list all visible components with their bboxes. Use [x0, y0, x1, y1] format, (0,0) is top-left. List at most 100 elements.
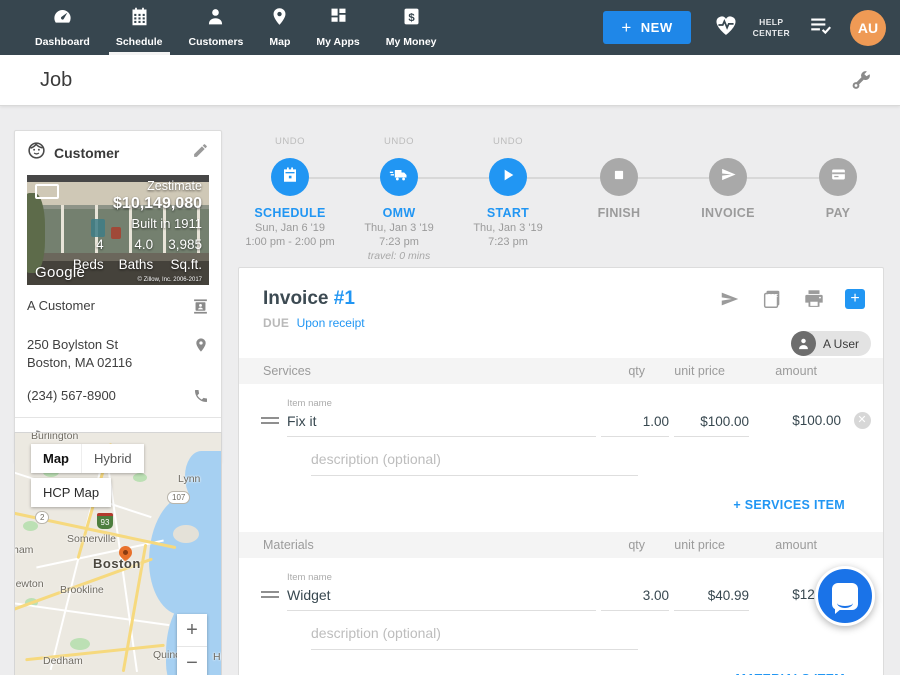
route-107-badge: 107 [167, 491, 190, 504]
property-stats: 4Beds 4.0Baths 3,985Sq.ft. [73, 235, 202, 274]
dashboard-gauge-icon [52, 6, 73, 36]
nav-item-map[interactable]: Map [256, 0, 303, 55]
new-button[interactable]: + NEW [603, 11, 690, 44]
map-label-waltham: ham [14, 544, 33, 556]
heart-pulse-icon [713, 12, 739, 43]
customer-name: A Customer [27, 297, 95, 315]
customer-name-row: A Customer [15, 285, 221, 328]
print-icon[interactable] [803, 288, 825, 310]
chat-launcher-button[interactable] [815, 566, 875, 626]
map-label-boston: Boston [93, 556, 141, 571]
material-name-input[interactable] [287, 587, 596, 611]
zoom-out-button[interactable]: − [177, 646, 207, 675]
playlist-check-icon[interactable] [808, 12, 834, 43]
add-services-item-link[interactable]: + SERVICES ITEM [733, 498, 845, 512]
drag-handle-icon[interactable] [261, 588, 279, 601]
unit-price-column-header: unit price [650, 364, 725, 378]
nav-item-my-apps[interactable]: My Apps [303, 0, 372, 55]
map-zoom-control: + − [177, 614, 207, 675]
material-unit-price-input[interactable] [674, 588, 749, 611]
map-type-control: Map Hybrid [31, 444, 144, 473]
material-description-input[interactable] [311, 625, 638, 650]
start-step-button[interactable] [489, 158, 527, 196]
timeline-step-pay: PAY [783, 136, 893, 220]
customer-address-row: 250 Boylston StBoston, MA 02116 [15, 328, 221, 379]
due-terms-link[interactable]: Upon receipt [297, 316, 365, 330]
user-avatar[interactable]: AU [850, 10, 886, 46]
map-type-hybrid-button[interactable]: Hybrid [81, 444, 144, 473]
invoice-actions: PDF + [719, 288, 865, 310]
interstate-93-shield: 93 [97, 513, 113, 529]
built-year: Built in 1911 [73, 216, 202, 231]
map-type-map-button[interactable]: Map [31, 444, 81, 473]
send-invoice-icon[interactable] [719, 288, 741, 310]
help-center[interactable]: HELPCENTER [713, 12, 790, 43]
page-title: Job [40, 69, 72, 92]
pdf-icon[interactable]: PDF [761, 288, 783, 310]
customer-card-header: Customer [15, 131, 221, 175]
nav-label: Dashboard [35, 36, 90, 48]
job-status-timeline: UNDO SCHEDULE Sun, Jan 6 '19 1:00 pm - 2… [238, 136, 884, 262]
schedule-step-button[interactable] [271, 158, 309, 196]
customer-card: Customer Zestimate $10,149,080 Built in … [14, 130, 222, 463]
zestimate-overlay: Zestimate $10,149,080 Built in 1911 4Bed… [73, 179, 202, 283]
service-name-input[interactable] [287, 413, 596, 437]
zillow-copyright: © Zillow, Inc. 2006-2017 [73, 277, 202, 283]
timeline-step-invoice: INVOICE [673, 136, 783, 220]
nav-label: Customers [189, 36, 244, 48]
nav-right: + NEW HELPCENTER AU [603, 0, 900, 55]
finish-step-button[interactable] [600, 158, 638, 196]
assignee-chip[interactable]: A User [791, 331, 871, 356]
material-line-item: Item name $122.97 ✕ [239, 558, 883, 650]
location-pin-icon[interactable] [193, 336, 209, 358]
nav-item-schedule[interactable]: Schedule [103, 0, 176, 55]
phone-icon[interactable] [193, 387, 209, 409]
pay-step-button[interactable] [819, 158, 857, 196]
add-invoice-button[interactable]: + [845, 289, 865, 309]
streetview-frame-icon [35, 184, 59, 199]
service-qty-input[interactable] [601, 414, 669, 437]
assignee-name: A User [823, 337, 859, 351]
service-description-input[interactable] [311, 451, 638, 476]
undo-button[interactable]: UNDO [235, 136, 345, 150]
invoice-number[interactable]: #1 [334, 288, 355, 309]
remove-item-icon[interactable]: ✕ [854, 412, 871, 429]
truck-icon [389, 165, 409, 190]
zestimate-value: $10,149,080 [73, 195, 202, 213]
contact-card-icon[interactable] [192, 297, 209, 320]
hcp-map-control: HCP Map [31, 478, 111, 507]
new-button-label: NEW [641, 20, 673, 35]
undo-button[interactable]: UNDO [344, 136, 454, 150]
map-label-somerville: Somerville [67, 533, 116, 545]
property-photo[interactable]: Zestimate $10,149,080 Built in 1911 4Bed… [27, 175, 209, 285]
nav-item-customers[interactable]: Customers [176, 0, 257, 55]
invoice-card: Invoice #1 DUE Upon receipt PDF + A User… [238, 267, 884, 675]
nav-item-my-money[interactable]: $ My Money [373, 0, 450, 55]
map-label-hingham: Hi [213, 651, 222, 663]
edit-pencil-icon[interactable] [192, 142, 209, 164]
services-section-header: Services qty unit price amount [239, 358, 883, 384]
drag-handle-icon[interactable] [261, 414, 279, 427]
hcp-map-button[interactable]: HCP Map [31, 478, 111, 507]
svg-text:PDF: PDF [768, 294, 778, 300]
item-name-label: Item name [287, 572, 596, 583]
material-qty-input[interactable] [601, 588, 669, 611]
customer-phone-row: (234) 567-8900 [15, 379, 221, 417]
nav-label: Schedule [116, 36, 163, 48]
stop-icon [612, 168, 626, 187]
app-window: Dashboard Schedule Customers Map My Apps… [0, 0, 900, 675]
invoice-due-line: DUE Upon receipt [263, 316, 859, 330]
service-unit-price-input[interactable] [674, 414, 749, 437]
invoice-step-button[interactable] [709, 158, 747, 196]
money-dollar-icon: $ [401, 6, 422, 36]
map-label-newton: Newton [14, 578, 44, 590]
map-widget[interactable]: Burlington Lynn 107 2 93 Somerville ham … [14, 432, 222, 675]
job-header-bar: Job [0, 55, 900, 106]
job-settings-wrench-icon[interactable] [848, 69, 872, 98]
customer-phone: (234) 567-8900 [27, 387, 116, 405]
omw-step-button[interactable] [380, 158, 418, 196]
service-amount: $100.00 [757, 413, 841, 437]
zoom-in-button[interactable]: + [177, 614, 207, 646]
undo-button[interactable]: UNDO [453, 136, 563, 150]
nav-item-dashboard[interactable]: Dashboard [22, 0, 103, 55]
